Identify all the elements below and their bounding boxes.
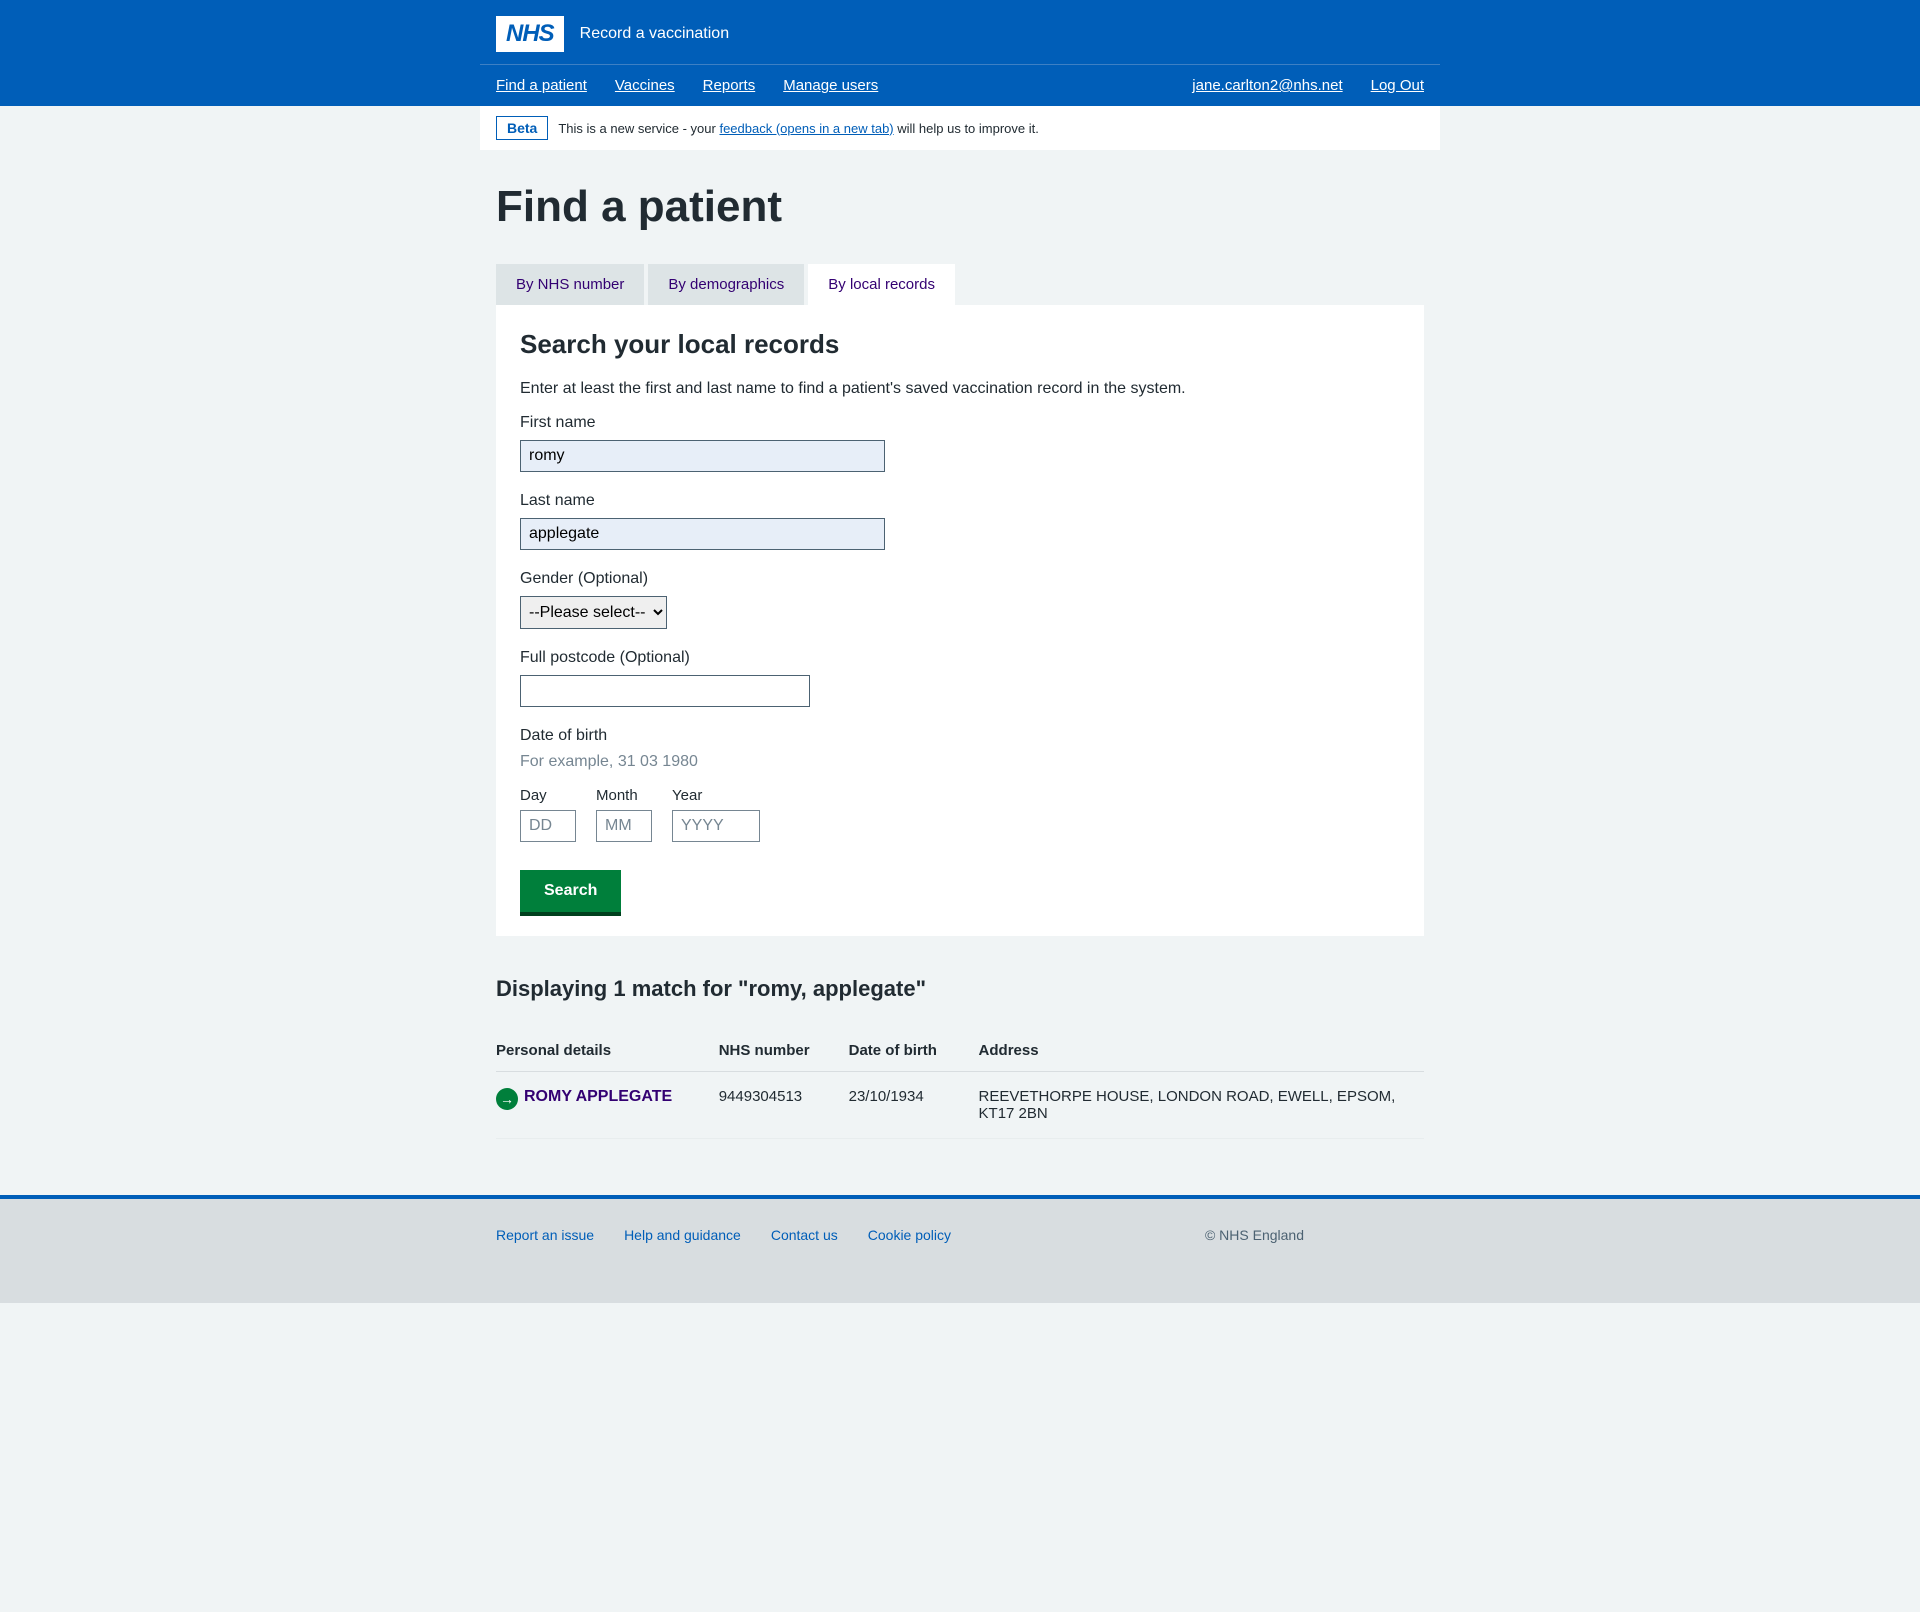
nav-reports[interactable]: Reports [703,77,756,94]
cell-nhs-number: 9449304513 [719,1072,849,1139]
nav-logout[interactable]: Log Out [1371,77,1424,94]
cell-dob: 23/10/1934 [849,1072,979,1139]
gender-select[interactable]: --Please select-- [520,596,667,629]
dob-month-input[interactable] [596,810,652,842]
dob-year-label: Year [672,787,760,804]
results-heading: Displaying 1 match for "romy, applegate" [496,976,1424,1002]
search-button[interactable]: Search [520,870,621,912]
gender-label: Gender (Optional) [520,570,1400,588]
first-name-input[interactable] [520,440,885,472]
panel-intro: Enter at least the first and last name t… [520,380,1400,398]
nav-vaccines[interactable]: Vaccines [615,77,675,94]
last-name-label: Last name [520,492,1400,510]
postcode-label: Full postcode (Optional) [520,649,1400,667]
dob-hint: For example, 31 03 1980 [520,753,1400,771]
results-table: Personal details NHS number Date of birt… [496,1030,1424,1139]
copyright: © NHS England [1205,1227,1304,1243]
header: NHS Record a vaccination Find a patient … [0,0,1920,106]
col-dob: Date of birth [849,1030,979,1072]
footer-help[interactable]: Help and guidance [624,1227,741,1243]
phase-text: This is a new service - your feedback (o… [558,121,1039,136]
cell-address: REEVETHORPE HOUSE, LONDON ROAD, EWELL, E… [979,1072,1424,1139]
primary-nav: Find a patient Vaccines Reports Manage u… [480,65,1440,106]
page-title: Find a patient [496,182,1424,232]
dob-legend: Date of birth [520,727,607,745]
footer-report-issue[interactable]: Report an issue [496,1227,594,1243]
tabs: By NHS number By demographics By local r… [496,264,1424,305]
results: Displaying 1 match for "romy, applegate"… [496,976,1424,1139]
last-name-input[interactable] [520,518,885,550]
patient-name: ROMY APPLEGATE [524,1088,672,1106]
nav-find-patient[interactable]: Find a patient [496,77,587,94]
nhs-logo: NHS [496,16,564,52]
feedback-link[interactable]: feedback (opens in a new tab) [719,121,893,136]
col-personal-details: Personal details [496,1030,719,1072]
arrow-right-icon: → [496,1088,518,1110]
panel-heading: Search your local records [520,329,1400,360]
patient-link[interactable]: → ROMY APPLEGATE [496,1088,711,1110]
tab-demographics[interactable]: By demographics [648,264,804,305]
service-name: Record a vaccination [580,25,729,43]
phase-banner: Beta This is a new service - your feedba… [480,106,1440,150]
nav-manage-users[interactable]: Manage users [783,77,878,94]
dob-year-input[interactable] [672,810,760,842]
table-row: → ROMY APPLEGATE 9449304513 23/10/1934 R… [496,1072,1424,1139]
phase-tag: Beta [496,116,548,140]
tab-local-records[interactable]: By local records [808,264,955,305]
col-nhs-number: NHS number [719,1030,849,1072]
dob-day-label: Day [520,787,576,804]
dob-month-label: Month [596,787,652,804]
postcode-input[interactable] [520,675,810,707]
search-panel: Search your local records Enter at least… [496,305,1424,936]
col-address: Address [979,1030,1424,1072]
footer-contact[interactable]: Contact us [771,1227,838,1243]
tab-nhs-number[interactable]: By NHS number [496,264,644,305]
first-name-label: First name [520,414,1400,432]
footer: Report an issue Help and guidance Contac… [0,1195,1920,1303]
dob-day-input[interactable] [520,810,576,842]
footer-cookie[interactable]: Cookie policy [868,1227,951,1243]
nav-user-email[interactable]: jane.carlton2@nhs.net [1192,77,1342,94]
